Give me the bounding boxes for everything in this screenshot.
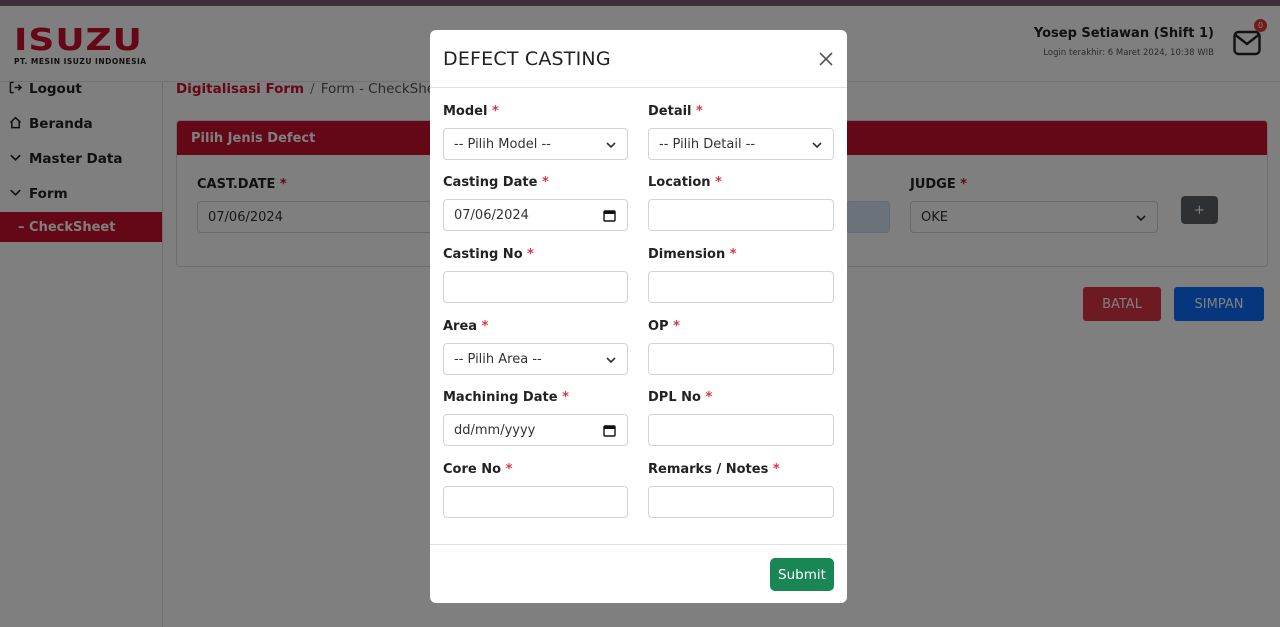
modal-title: DEFECT CASTING — [443, 48, 611, 70]
dpl-no-input[interactable] — [648, 414, 834, 446]
casting-date-input[interactable]: 07/06/2024 — [443, 199, 628, 231]
location-label: Location * — [648, 175, 722, 190]
calendar-icon[interactable] — [603, 209, 616, 226]
submit-button[interactable]: Submit — [770, 558, 834, 591]
model-label: Model * — [443, 104, 499, 119]
area-label: Area * — [443, 319, 489, 334]
detail-label: Detail * — [648, 104, 703, 119]
casting-no-label: Casting No * — [443, 247, 534, 262]
location-input[interactable] — [648, 199, 834, 231]
core-no-label: Core No * — [443, 462, 513, 477]
dimension-label: Dimension * — [648, 247, 737, 262]
detail-select[interactable]: -- Pilih Detail -- — [648, 128, 834, 160]
close-icon[interactable] — [816, 49, 836, 69]
chevron-down-icon — [605, 139, 617, 155]
casting-date-label: Casting Date * — [443, 175, 549, 190]
modal-header: DEFECT CASTING — [430, 30, 847, 88]
machining-date-label: Machining Date * — [443, 390, 569, 405]
core-no-input[interactable] — [443, 486, 628, 518]
calendar-icon[interactable] — [603, 424, 616, 441]
chevron-down-icon — [811, 139, 823, 155]
casting-no-input[interactable] — [443, 271, 628, 303]
op-input[interactable] — [648, 343, 834, 375]
area-select[interactable]: -- Pilih Area -- — [443, 343, 628, 375]
remarks-label: Remarks / Notes * — [648, 462, 780, 477]
defect-casting-modal: DEFECT CASTING Model * -- Pilih Model --… — [430, 30, 847, 603]
dpl-no-label: DPL No * — [648, 390, 713, 405]
remarks-input[interactable] — [648, 486, 834, 518]
machining-date-input[interactable]: dd/mm/yyyy — [443, 414, 628, 446]
chevron-down-icon — [605, 354, 617, 370]
modal-footer: Submit — [430, 544, 847, 603]
model-select[interactable]: -- Pilih Model -- — [443, 128, 628, 160]
op-label: OP * — [648, 319, 680, 334]
dimension-input[interactable] — [648, 271, 834, 303]
